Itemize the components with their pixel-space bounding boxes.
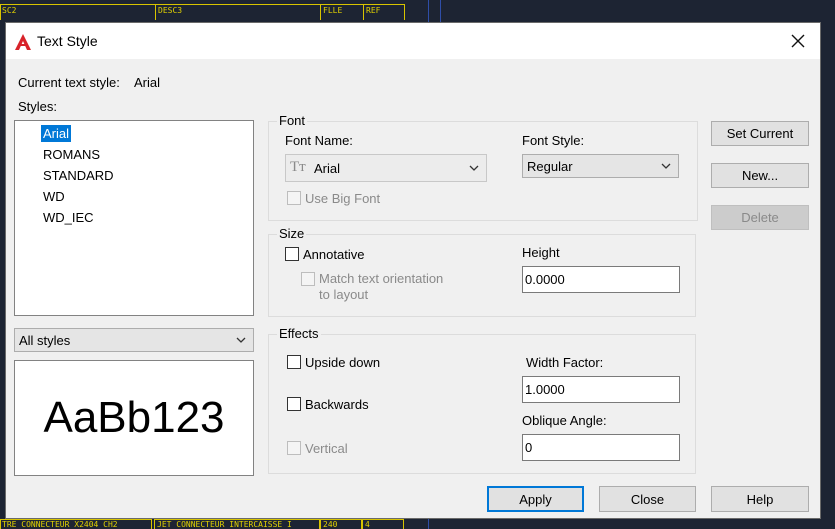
- font-style-value: Regular: [527, 159, 573, 174]
- style-item-wd-iec[interactable]: WD_IEC: [41, 209, 96, 226]
- styles-filter-dropdown[interactable]: All styles: [14, 328, 254, 352]
- cad-label: DESC3: [158, 6, 183, 15]
- truetype-font-icon: Tт: [290, 159, 306, 175]
- style-item-wd[interactable]: WD: [41, 188, 67, 205]
- styles-filter-value: All styles: [19, 333, 71, 348]
- height-input[interactable]: [522, 266, 680, 293]
- font-name-label: Font Name:: [285, 133, 353, 148]
- upside-down-checkbox[interactable]: [287, 355, 301, 369]
- cad-label: TRE CONNECTEUR X2404 CH2: [2, 520, 118, 529]
- cad-label: REF: [366, 6, 381, 15]
- width-factor-input[interactable]: [522, 376, 680, 403]
- cad-label: 240: [323, 520, 338, 529]
- match-orientation-checkbox[interactable]: [301, 272, 315, 286]
- vertical-checkbox[interactable]: [287, 441, 301, 455]
- match-orientation-label: Match text orientation: [319, 271, 444, 286]
- dialog-title: Text Style: [37, 33, 98, 49]
- oblique-angle-input[interactable]: [522, 434, 680, 461]
- set-current-button[interactable]: Set Current: [711, 121, 809, 146]
- chevron-down-icon: [236, 337, 246, 343]
- current-style-label: Current text style:: [18, 75, 120, 90]
- cad-grid-line: [440, 0, 441, 22]
- cad-label: 4: [365, 520, 370, 529]
- style-item-romans[interactable]: ROMANS: [41, 146, 102, 163]
- cad-label: SC2: [2, 6, 17, 15]
- font-style-label: Font Style:: [522, 133, 585, 148]
- annotative-checkbox[interactable]: [285, 247, 299, 261]
- font-style-dropdown[interactable]: Regular: [522, 154, 679, 178]
- style-item-standard[interactable]: STANDARD: [41, 167, 116, 184]
- font-name-dropdown[interactable]: Tт Arial: [285, 154, 487, 182]
- chevron-down-icon: [469, 165, 479, 171]
- chevron-down-icon: [661, 163, 671, 169]
- width-factor-label: Width Factor:: [526, 355, 604, 370]
- oblique-angle-field[interactable]: [525, 440, 675, 455]
- match-orientation-label-line2: to layout: [319, 287, 369, 302]
- upside-down-label: Upside down: [305, 355, 381, 370]
- cad-cell: [0, 4, 156, 20]
- oblique-angle-label: Oblique Angle:: [522, 413, 607, 428]
- cad-grid-line: [428, 0, 429, 22]
- current-style-value: Arial: [134, 75, 161, 90]
- annotative-label: Annotative: [303, 247, 365, 262]
- title-bar[interactable]: Text Style: [6, 23, 820, 59]
- style-item-arial[interactable]: Arial: [41, 125, 72, 142]
- delete-style-button[interactable]: Delete: [711, 205, 809, 230]
- font-name-value: Arial: [314, 161, 341, 176]
- cad-background-side: [821, 22, 835, 507]
- cad-background-top: SC2 DESC3 FLLE REF: [0, 0, 835, 22]
- effects-group-title: Effects: [277, 326, 321, 341]
- use-big-font-checkbox[interactable]: [287, 191, 301, 205]
- vertical-label: Vertical: [305, 441, 348, 456]
- preview-text: AaBb123: [43, 393, 225, 442]
- backwards-checkbox[interactable]: [287, 397, 301, 411]
- new-style-button[interactable]: New...: [711, 163, 809, 188]
- style-preview: AaBb123: [14, 360, 254, 476]
- height-field[interactable]: [525, 272, 675, 287]
- height-label: Height: [522, 245, 560, 260]
- width-factor-field[interactable]: [525, 382, 675, 397]
- text-style-dialog: Text Style Current text style: Arial Sty…: [5, 22, 821, 519]
- styles-list[interactable]: Arial ROMANS STANDARD WD WD_IEC: [14, 120, 254, 316]
- font-group-title: Font: [277, 113, 308, 128]
- size-group-title: Size: [277, 226, 307, 241]
- help-button[interactable]: Help: [711, 486, 809, 512]
- close-icon: [791, 34, 805, 48]
- cad-label: JET CONNECTEUR INTERCAISSE I: [157, 520, 292, 529]
- close-window-button[interactable]: [776, 23, 820, 59]
- close-button[interactable]: Close: [599, 486, 696, 512]
- backwards-label: Backwards: [305, 397, 369, 412]
- cad-label: FLLE: [323, 6, 343, 15]
- autocad-logo-icon: [15, 34, 31, 50]
- use-big-font-label: Use Big Font: [305, 191, 381, 206]
- apply-button[interactable]: Apply: [487, 486, 584, 512]
- styles-label: Styles:: [18, 99, 58, 114]
